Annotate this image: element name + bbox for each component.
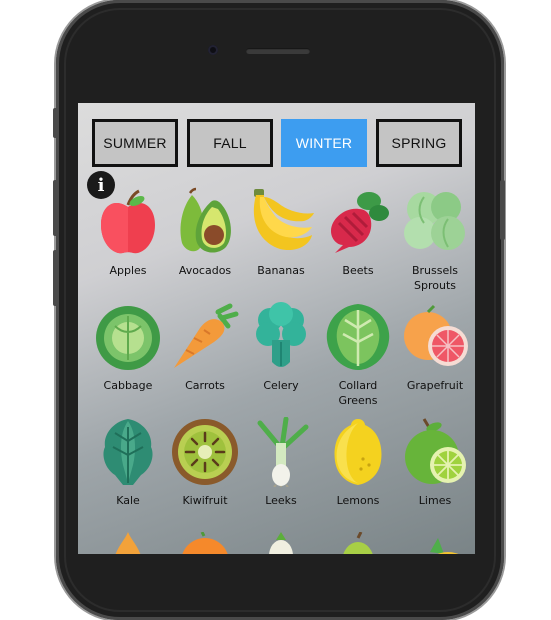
tab-winter[interactable]: WINTER xyxy=(281,119,367,167)
produce-item-partial[interactable] xyxy=(167,532,243,554)
season-tabs: SUMMER FALL WINTER SPRING xyxy=(92,119,462,167)
tab-spring[interactable]: SPRING xyxy=(376,119,462,167)
produce-item-beets[interactable]: Beets xyxy=(320,187,396,278)
pear-icon xyxy=(343,532,373,554)
produce-label: Brussels Sprouts xyxy=(411,264,459,292)
celery-icon xyxy=(256,302,306,367)
collard-greens-icon xyxy=(326,304,390,370)
produce-item-partial[interactable] xyxy=(90,532,166,554)
produce-label: Lemons xyxy=(336,494,380,507)
produce-item-limes[interactable]: Limes xyxy=(397,417,473,508)
produce-label: Beets xyxy=(342,264,374,277)
brussels-sprouts-icon xyxy=(404,192,465,250)
produce-item-partial[interactable] xyxy=(397,532,473,554)
lemon-icon xyxy=(334,419,382,485)
beet-icon xyxy=(331,192,389,253)
app-screen: SUMMER FALL WINTER SPRING i Apples Avoca… xyxy=(78,103,475,554)
mute-switch xyxy=(53,108,58,138)
produce-label: Apples xyxy=(109,264,147,277)
power-button xyxy=(500,180,505,240)
volume-up-button xyxy=(53,180,58,236)
front-camera-icon xyxy=(208,45,218,55)
produce-item-avocados[interactable]: Avocados xyxy=(167,187,243,278)
produce-item-grapefruit[interactable]: Grapefruit xyxy=(397,302,473,393)
produce-item-partial[interactable] xyxy=(320,532,396,554)
produce-item-celery[interactable]: Celery xyxy=(243,302,319,393)
produce-label: Carrots xyxy=(185,379,225,392)
apple-icon xyxy=(101,189,155,254)
tab-fall[interactable]: FALL xyxy=(187,119,273,167)
produce-label: Celery xyxy=(263,379,299,392)
produce-label: Limes xyxy=(418,494,452,507)
produce-label: Bananas xyxy=(257,264,305,277)
pineapple-icon xyxy=(430,538,459,554)
produce-item-kiwifruit[interactable]: Kiwifruit xyxy=(167,417,243,508)
produce-label: Kiwifruit xyxy=(182,494,228,507)
tab-summer[interactable]: SUMMER xyxy=(92,119,178,167)
avocado-icon xyxy=(180,187,231,253)
produce-item-partial[interactable] xyxy=(243,532,319,554)
earpiece-speaker xyxy=(246,48,310,54)
produce-item-apples[interactable]: Apples xyxy=(90,187,166,278)
produce-label: Cabbage xyxy=(103,379,153,392)
onion-icon xyxy=(115,532,141,554)
produce-item-bananas[interactable]: Bananas xyxy=(243,187,319,278)
kiwifruit-icon xyxy=(172,419,238,485)
produce-label: Avocados xyxy=(178,264,232,277)
cabbage-icon xyxy=(96,306,160,370)
produce-label: Collard Greens xyxy=(338,379,378,407)
volume-down-button xyxy=(53,250,58,306)
leek-icon xyxy=(257,417,309,487)
kale-icon xyxy=(103,419,153,485)
lime-icon xyxy=(405,418,466,484)
parsnip-icon xyxy=(269,532,293,554)
produce-label: Kale xyxy=(116,494,140,507)
produce-item-cabbage[interactable]: Cabbage xyxy=(90,302,166,393)
produce-item-brussels-sprouts[interactable]: Brussels Sprouts xyxy=(397,187,473,293)
grapefruit-icon xyxy=(404,304,468,366)
produce-item-lemons[interactable]: Lemons xyxy=(320,417,396,508)
orange-icon xyxy=(182,532,228,554)
carrot-icon xyxy=(174,303,239,368)
produce-item-carrots[interactable]: Carrots xyxy=(167,302,243,393)
produce-item-kale[interactable]: Kale xyxy=(90,417,166,508)
banana-icon xyxy=(253,189,314,251)
produce-item-leeks[interactable]: Leeks xyxy=(243,417,319,508)
produce-label: Grapefruit xyxy=(406,379,464,392)
produce-item-collard-greens[interactable]: Collard Greens xyxy=(320,302,396,408)
produce-label: Leeks xyxy=(265,494,297,507)
